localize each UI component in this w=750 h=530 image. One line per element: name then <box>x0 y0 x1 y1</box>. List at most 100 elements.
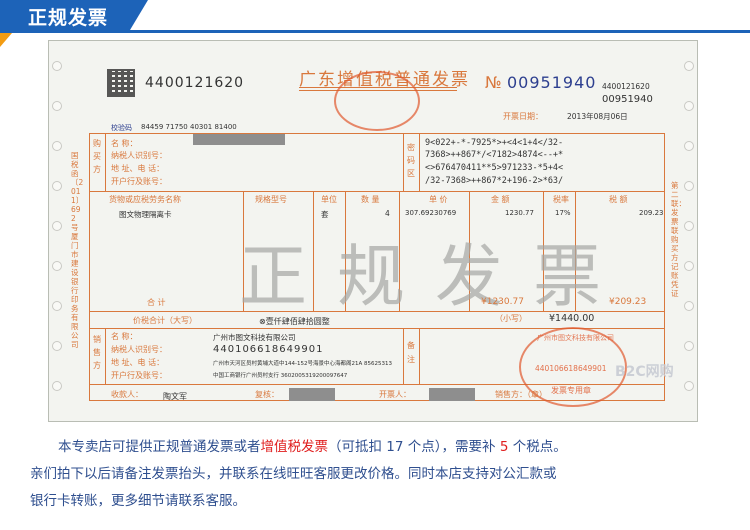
notice-text: （可抵扣 17 个点），需要补 <box>328 439 500 455</box>
header-banner: 正规发票 <box>0 0 750 30</box>
invoice-image: 4400121620 广东增值税普通发票 № 00951940 44001216… <box>48 40 698 422</box>
buyer-label: 购买方 <box>93 139 101 174</box>
secret-line: /32-7368>++867*2+196-2>*63/ <box>425 176 564 186</box>
invoice-number: 00951940 <box>507 73 597 92</box>
col-amount: 金 额 <box>491 195 510 204</box>
grand-small-value: ¥1440.00 <box>549 313 595 324</box>
side-left-text: 国税函〔2011〕692号厦门市建设银行印务有限公司 <box>71 151 84 349</box>
redacted-buyer-name <box>193 134 285 145</box>
seller-bank: 中国工商银行广州员村支行 3602005319200097647 <box>213 373 348 379</box>
pin-hole <box>52 61 62 71</box>
remark-label: 备注 <box>407 341 415 364</box>
pin-hole <box>52 101 62 111</box>
col-price: 单 价 <box>429 195 448 204</box>
grand-small-label: （小写） <box>495 314 527 323</box>
buyer-field-address: 地 址、电 话： <box>111 164 165 173</box>
seller-address: 广州市天河区员村黄埔大道中144-152号海景中心海都阁21A 85625313 <box>213 361 392 367</box>
pin-hole <box>684 341 694 351</box>
buyer-field-taxid: 纳税人识别号： <box>111 151 167 160</box>
col-unit: 单位 <box>321 195 337 204</box>
item-amount: 1230.77 <box>505 209 534 217</box>
redacted-reviewer <box>429 388 475 401</box>
pin-hole <box>684 301 694 311</box>
date-label: 开票日期： <box>503 112 543 121</box>
notice-line-1: 本专卖店可提供正规普通发票或者增值税发票（可抵扣 17 个点），需要补 5 个税… <box>30 434 720 461</box>
divider <box>105 328 106 384</box>
pin-hole <box>684 101 694 111</box>
drawer-label: 开票人： <box>379 390 411 399</box>
notice-line-3: 银行卡转账，更多细节请联系客服。 <box>30 493 246 509</box>
invoice-notice: 本专卖店可提供正规普通发票或者增值税发票（可抵扣 17 个点），需要补 5 个税… <box>30 434 720 515</box>
divider <box>419 133 420 191</box>
pin-hole <box>684 381 694 391</box>
side-right-text: 第二联：发票联 购买方记账凭证 <box>671 181 686 298</box>
secret-line: 9<022+-*-7925*>+<4<1+4</32- <box>425 138 564 148</box>
divider <box>105 133 106 191</box>
grand-total-label: 价税合计（大写） <box>133 316 197 325</box>
item-price: 307.69230769 <box>405 209 457 217</box>
pin-hole <box>684 181 694 191</box>
secret-line: <>676470411**5>971233-*5+4< <box>425 163 564 173</box>
secret-line: 7368>++867*/<7182>4874<--+* <box>425 150 564 160</box>
pin-hole <box>684 141 694 151</box>
item-unit: 套 <box>321 210 329 219</box>
banner-accent <box>0 33 12 47</box>
divider <box>89 191 665 192</box>
notice-line-2: 亲们拍下以后请备注发票抬头，并联系在线旺旺客服更改价格。同时本店支持对公汇款或 <box>30 466 557 482</box>
check-code: 84459 71750 40301 81400 <box>141 123 237 131</box>
col-qty: 数 量 <box>361 195 380 204</box>
pin-hole <box>684 261 694 271</box>
total-amount: ¥1230.77 <box>481 297 524 307</box>
check-code-label: 校验码 <box>111 124 132 132</box>
pin-hole <box>52 181 62 191</box>
invoice-code: 4400121620 <box>145 75 245 91</box>
banner-title: 正规发票 <box>28 7 109 29</box>
notice-text: 本专卖店可提供正规普通发票或者 <box>58 439 261 455</box>
redacted-payee <box>289 388 335 401</box>
total-tax: ¥209.23 <box>609 297 647 307</box>
invoice-no-prefix: № <box>485 73 502 92</box>
seller-label: 销售方 <box>93 335 101 370</box>
pin-hole <box>52 341 62 351</box>
item-qty: 4 <box>385 209 390 218</box>
payee-label: 收款人： <box>111 390 143 399</box>
seller-taxid: 440106618649901 <box>213 344 324 355</box>
seal-id: 440106618649901 <box>535 364 607 373</box>
item-name: 图文物理隔离卡 <box>119 210 172 219</box>
pin-hole <box>684 61 694 71</box>
pin-hole <box>52 261 62 271</box>
divider <box>419 328 420 384</box>
divider <box>89 311 665 312</box>
col-rate: 税率 <box>553 195 569 204</box>
notice-text: 个税点。 <box>508 439 567 455</box>
seal-bottom: 发票专用章 <box>551 386 591 395</box>
seller-field-taxid: 纳税人识别号： <box>111 345 167 354</box>
col-name: 货物或应税劳务名称 <box>109 195 181 204</box>
watermark-text: 正规发票 <box>239 238 632 317</box>
invoice-number-small: 00951940 <box>602 94 653 105</box>
seller-field-address: 地 址、电 话： <box>111 358 165 367</box>
item-rate: 17% <box>555 209 571 217</box>
banner-underline <box>0 30 750 33</box>
grand-total-words: ⊗壹仟肆佰肆拾圆整 <box>259 317 330 326</box>
pin-hole <box>52 301 62 311</box>
buyer-field-bank: 开户行及账号： <box>111 177 167 186</box>
col-spec: 规格型号 <box>255 195 287 204</box>
vat-invoice-highlight: 增值税发票 <box>260 439 329 455</box>
reviewer-label: 复核： <box>255 390 279 399</box>
col-tax: 税 额 <box>609 195 628 204</box>
invoice-seal <box>334 71 420 131</box>
seller-field-name: 名 称： <box>111 332 138 341</box>
b2c-watermark: B2C网购 <box>615 364 674 380</box>
date-value: 2013年08月06日 <box>567 112 628 121</box>
pin-hole <box>52 221 62 231</box>
qr-code-icon <box>107 69 135 97</box>
item-tax: 209.23 <box>639 209 664 217</box>
seller-stamp-label: 销售方：（章） <box>495 390 547 399</box>
total-label: 合 计 <box>147 298 166 307</box>
seller-field-bank: 开户行及账号： <box>111 371 167 380</box>
pin-hole <box>684 221 694 231</box>
divider <box>403 328 404 384</box>
buyer-field-name: 名 称： <box>111 139 138 148</box>
seller-name: 广州市图文科技有限公司 <box>213 333 296 342</box>
